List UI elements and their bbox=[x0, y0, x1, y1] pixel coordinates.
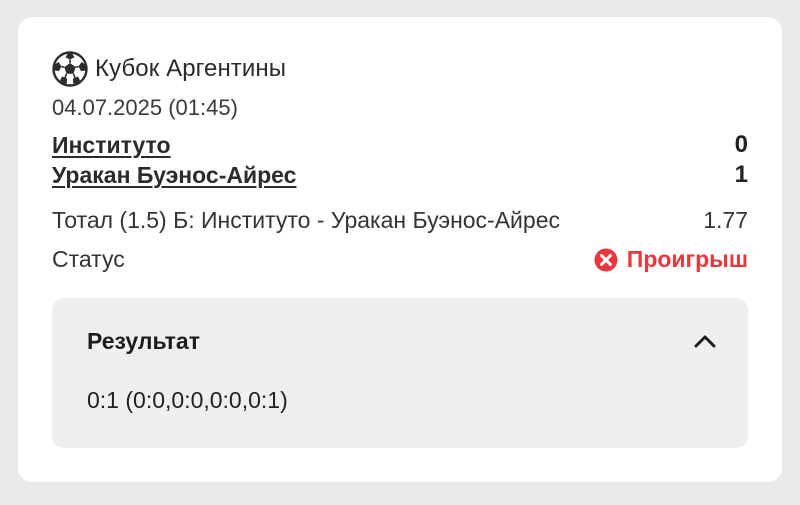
close-circle-icon bbox=[594, 248, 618, 272]
away-team-link[interactable]: Уракан Буэнос-Айрес bbox=[52, 162, 296, 189]
status-row: Статус Проигрыш bbox=[52, 246, 748, 273]
bet-odds: 1.77 bbox=[703, 207, 748, 233]
result-score: 0:1 (0:0,0:0,0:0,0:1) bbox=[87, 387, 288, 413]
chevron-up-icon[interactable] bbox=[692, 331, 718, 351]
status-label: Статус bbox=[52, 246, 125, 272]
soccer-ball-icon bbox=[52, 51, 88, 87]
status-value: Проигрыш bbox=[626, 246, 748, 272]
result-panel: Результат 0:1 (0:0,0:0,0:0,0:1) bbox=[52, 298, 748, 448]
home-team-score: 0 bbox=[734, 131, 748, 158]
match-date: 04.07.2025 (01:45) bbox=[52, 95, 238, 120]
result-title: Результат bbox=[87, 328, 200, 354]
tournament-name: Кубок Аргентины bbox=[95, 55, 287, 82]
away-team-score: 1 bbox=[734, 161, 748, 188]
bet-market: Тотал (1.5) Б: Институто - Уракан Буэнос… bbox=[52, 207, 560, 233]
home-team-link[interactable]: Институто bbox=[52, 132, 171, 159]
bet-selection-row: Тотал (1.5) Б: Институто - Уракан Буэнос… bbox=[52, 207, 748, 234]
tournament-header: Кубок Аргентины bbox=[52, 51, 286, 87]
status-badge: Проигрыш bbox=[594, 246, 748, 273]
bet-card: Кубок Аргентины 04.07.2025 (01:45) Инсти… bbox=[18, 17, 782, 482]
home-team-row: Институто 0 bbox=[52, 131, 748, 159]
away-team-row: Уракан Буэнос-Айрес 1 bbox=[52, 161, 748, 189]
